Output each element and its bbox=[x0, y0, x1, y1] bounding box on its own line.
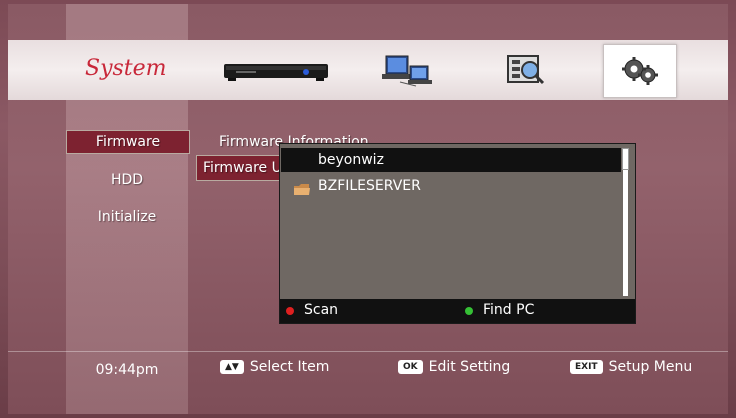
green-button-icon bbox=[465, 307, 473, 315]
folder-icon bbox=[293, 180, 311, 204]
scrollbar-thumb[interactable] bbox=[622, 148, 629, 170]
sidebar-item-label: Firmware bbox=[95, 134, 161, 150]
media-search-icon[interactable] bbox=[502, 46, 550, 94]
scan-button[interactable]: Scan bbox=[304, 302, 338, 318]
list-item-label: beyonwiz bbox=[318, 152, 384, 168]
sidebar-item-label: HDD bbox=[110, 172, 144, 188]
sidebar-item-label: Initialize bbox=[97, 209, 157, 225]
hint-label: Select Item bbox=[249, 359, 330, 375]
list-item[interactable]: beyonwiz bbox=[281, 148, 621, 172]
settings-gears-icon[interactable] bbox=[603, 44, 677, 98]
clock: 09:44pm bbox=[95, 362, 159, 378]
sidebar-item-initialize[interactable]: Initialize bbox=[66, 209, 188, 225]
up-down-key-icon: ▲▼ bbox=[220, 360, 244, 374]
red-button-icon bbox=[286, 307, 294, 315]
list-item[interactable]: BZFILESERVER bbox=[281, 174, 621, 198]
hint-select-item: ▲▼ Select Item bbox=[220, 359, 329, 375]
page-title: System bbox=[85, 56, 167, 81]
list-item-label: BZFILESERVER bbox=[318, 178, 421, 194]
network-pcs-icon[interactable] bbox=[380, 46, 436, 94]
ok-key-icon: OK bbox=[398, 360, 423, 374]
dialog-button-bar: Scan Find PC bbox=[280, 299, 635, 323]
network-browser-dialog: beyonwiz BZFILESERVER Scan Find PC bbox=[279, 143, 636, 324]
exit-key-icon: EXIT bbox=[570, 360, 603, 374]
sidebar-item-hdd[interactable]: HDD bbox=[66, 172, 188, 188]
sidebar-item-firmware[interactable]: Firmware bbox=[66, 130, 190, 154]
receiver-icon[interactable] bbox=[222, 46, 330, 94]
hint-setup-menu: EXIT Setup Menu bbox=[570, 359, 692, 375]
scrollbar[interactable] bbox=[623, 148, 628, 296]
hint-edit-setting: OK Edit Setting bbox=[398, 359, 510, 375]
hint-label: Edit Setting bbox=[428, 359, 511, 375]
find-pc-button[interactable]: Find PC bbox=[483, 302, 534, 318]
footer-divider bbox=[8, 351, 728, 352]
hint-label: Setup Menu bbox=[608, 359, 693, 375]
